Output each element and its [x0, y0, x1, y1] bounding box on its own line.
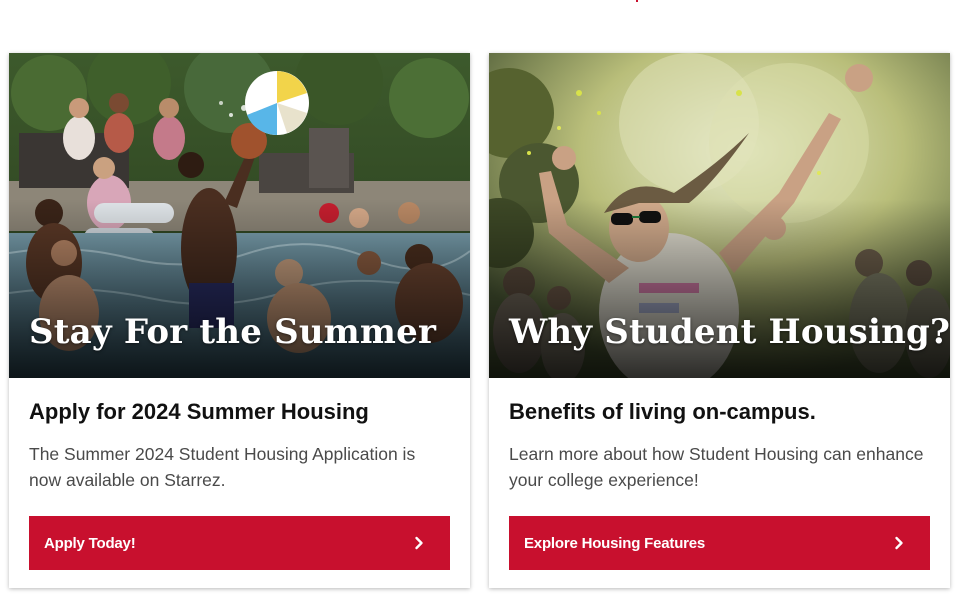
card-description: Learn more about how Student Housing can… — [509, 444, 924, 490]
chevron-right-icon — [895, 536, 903, 550]
summer-housing-card: Stay For the Summer Apply for 2024 Summe… — [9, 53, 470, 588]
apply-today-button[interactable]: Apply Today! — [29, 516, 450, 570]
card-heading: Apply for 2024 Summer Housing — [29, 399, 369, 424]
chevron-right-icon — [415, 536, 423, 550]
color-festival-photo: Why Student Housing? — [489, 53, 950, 378]
button-label: Explore Housing Features — [524, 534, 706, 552]
card-body: Benefits of living on-campus. Learn more… — [489, 378, 950, 570]
card-photo-title: Why Student Housing? — [509, 312, 950, 352]
button-label: Apply Today! — [44, 534, 136, 552]
student-housing-card: Why Student Housing? Benefits of living … — [489, 53, 950, 588]
card-heading: Benefits of living on-campus. — [509, 399, 816, 424]
card-body: Apply for 2024 Summer Housing The Summer… — [9, 378, 470, 570]
explore-housing-features-button[interactable]: Explore Housing Features — [509, 516, 930, 570]
card-description: The Summer 2024 Student Housing Applicat… — [29, 444, 416, 490]
pool-party-photo: Stay For the Summer — [9, 53, 470, 378]
page: Stay For the Summer Apply for 2024 Summe… — [0, 0, 960, 597]
decorative-dot — [636, 0, 638, 2]
card-photo-title: Stay For the Summer — [29, 312, 437, 352]
